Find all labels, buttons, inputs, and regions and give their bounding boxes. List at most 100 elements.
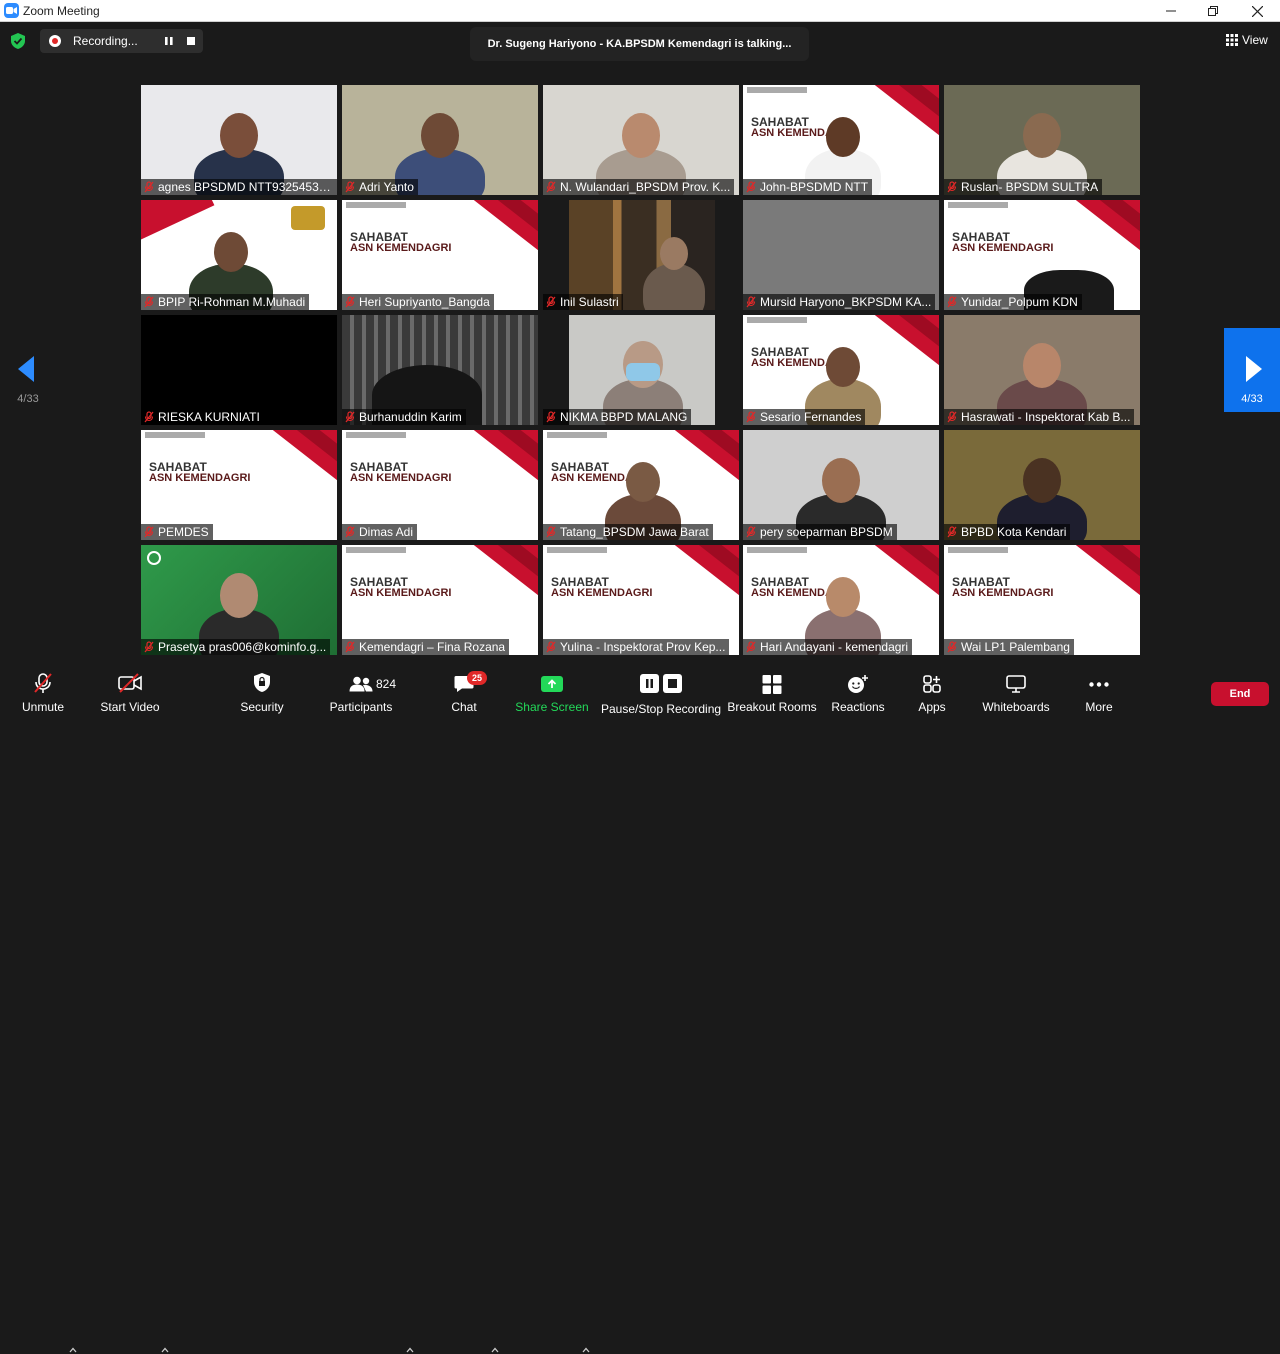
participant-video-tile[interactable]: BPBD Kota Kendari xyxy=(944,430,1140,540)
participant-video-tile[interactable]: NIKMA BBPD MALANG xyxy=(543,315,739,425)
participant-video-tile[interactable]: SAHABAT ASN KEMENDAGRI Sesario Fernandes xyxy=(743,315,939,425)
participant-face xyxy=(660,237,688,271)
participant-video-tile[interactable]: SAHABAT ASN KEMENDAGRI PEMDES xyxy=(141,430,337,540)
microphone-muted-icon xyxy=(144,296,154,308)
video-gallery-grid: agnes BPSDMD NTT93254535... Adri Yanto N. … xyxy=(141,85,1140,655)
audio-options-chevron-icon[interactable] xyxy=(69,1346,77,1354)
minimize-button[interactable] xyxy=(1148,0,1194,22)
participant-video-tile[interactable]: SAHABAT ASN KEMENDAGRI John-BPSDMD NTT xyxy=(743,85,939,195)
chat-button[interactable]: Chat xyxy=(424,664,504,719)
participant-name-label: Ruslan- BPSDM SULTRA xyxy=(944,179,1103,195)
microphone-muted-icon xyxy=(947,641,957,653)
previous-page-button[interactable]: 4/33 xyxy=(0,328,56,412)
participant-name-label: Yunidar_Polpum KDN xyxy=(944,294,1082,310)
more-button[interactable]: More xyxy=(1070,664,1128,719)
participant-video-tile[interactable]: agnes BPSDMD NTT93254535... xyxy=(141,85,337,195)
microphone-muted-icon xyxy=(746,526,756,538)
participant-video-tile[interactable]: N. Wulandari_BPSDM Prov. K... xyxy=(543,85,739,195)
participant-face xyxy=(622,112,660,158)
breakout-rooms-button[interactable]: Breakout Rooms xyxy=(726,664,818,719)
participant-video-tile[interactable]: SAHABAT ASN KEMENDAGRI Yulina - Inspektora… xyxy=(543,545,739,655)
microphone-muted-icon xyxy=(144,181,154,193)
sahabat-subtitle: ASN KEMENDAGRI xyxy=(551,587,653,599)
next-page-button[interactable]: 4/33 xyxy=(1224,328,1280,412)
chat-label: Chat xyxy=(451,700,477,714)
unmute-button[interactable]: Unmute xyxy=(0,664,90,719)
page-indicator-left: 4/33 xyxy=(17,393,39,405)
participant-name-label: N. Wulandari_BPSDM Prov. K... xyxy=(543,179,735,195)
share-screen-button[interactable]: Share Screen xyxy=(510,664,594,719)
restore-button[interactable] xyxy=(1190,0,1236,22)
microphone-muted-icon xyxy=(345,641,355,653)
participant-video-tile[interactable]: Hasrawati - Inspektorat Kab B... xyxy=(944,315,1140,425)
participant-video-tile[interactable]: SAHABAT ASN KEMENDAGRI Wai LP1 Palembang xyxy=(944,545,1140,655)
participant-video-tile[interactable]: SAHABAT ASN KEMENDAGRI Tatang_BPSDM Jawa B… xyxy=(543,430,739,540)
participant-name-label: Hasrawati - Inspektorat Kab B... xyxy=(944,409,1135,425)
participant-face xyxy=(220,572,258,618)
participant-video-tile[interactable]: Adri Yanto xyxy=(342,85,538,195)
participant-video-tile[interactable]: SAHABAT ASN KEMENDAGRI Hari Andayani - kem… xyxy=(743,545,939,655)
participant-face xyxy=(826,576,860,617)
sahabat-background-text: SAHABAT ASN KEMENDAGRI xyxy=(350,576,451,599)
participant-video-tile[interactable]: BPIP Ri-Rohman M.Muhadi xyxy=(141,200,337,310)
start-video-button[interactable]: Start Video xyxy=(90,664,180,719)
end-meeting-button[interactable]: End xyxy=(1211,682,1269,706)
meeting-toolbar: Unmute Start Video Security 824 Particip… xyxy=(0,664,1280,1353)
microphone-muted-icon xyxy=(345,411,355,423)
recording-label: Recording... xyxy=(73,34,138,48)
apps-button[interactable]: Apps xyxy=(900,664,964,719)
microphone-muted-icon xyxy=(546,641,556,653)
pause-stop-recording-button[interactable]: Pause/Stop Recording xyxy=(600,664,722,719)
participant-video-tile[interactable]: Ruslan- BPSDM SULTRA xyxy=(944,85,1140,195)
participant-video-tile[interactable]: RIESKA KURNIATI xyxy=(141,315,337,425)
view-button[interactable]: View xyxy=(1226,33,1268,47)
participant-video-tile[interactable]: SAHABAT ASN KEMENDAGRI Kemendagri – Fina R… xyxy=(342,545,538,655)
whiteboards-button[interactable]: Whiteboards xyxy=(976,664,1056,719)
pause-stop-icon xyxy=(640,674,682,693)
participant-face xyxy=(822,457,860,503)
close-button[interactable] xyxy=(1234,0,1280,22)
participant-name: pery soeparman BPSDM xyxy=(760,525,893,539)
security-shield-icon[interactable] xyxy=(11,33,25,54)
participant-name: Ruslan- BPSDM SULTRA xyxy=(961,180,1099,194)
participant-video-tile[interactable]: Burhanuddin Karim xyxy=(342,315,538,425)
stop-recording-icon[interactable] xyxy=(187,37,195,45)
arrow-left-icon xyxy=(18,356,34,382)
participant-name-label: Sesario Fernandes xyxy=(743,409,866,425)
microphone-muted-icon xyxy=(546,411,556,423)
security-button[interactable]: Security xyxy=(222,664,302,719)
sahabat-background-text: SAHABAT ASN KEMENDAGRI xyxy=(350,231,451,254)
microphone-muted-icon xyxy=(947,296,957,308)
unmute-label: Unmute xyxy=(21,700,65,714)
grid-view-icon xyxy=(1226,34,1238,46)
microphone-muted-icon xyxy=(345,181,355,193)
chat-unread-badge: 25 xyxy=(467,671,487,685)
pause-recording-icon[interactable] xyxy=(163,35,175,47)
participant-video-tile[interactable]: SAHABAT ASN KEMENDAGRI Dimas Adi xyxy=(342,430,538,540)
apps-icon xyxy=(923,675,941,693)
chat-chevron-icon[interactable] xyxy=(491,1346,499,1354)
sahabat-subtitle: ASN KEMENDAGRI xyxy=(149,472,251,484)
reactions-label: Reactions xyxy=(831,700,885,714)
participant-video-tile[interactable]: Prasetya pras006@kominfo.g... xyxy=(141,545,337,655)
share-options-chevron-icon[interactable] xyxy=(582,1346,590,1354)
restore-icon xyxy=(1208,6,1218,16)
participant-name: Yunidar_Polpum KDN xyxy=(961,295,1078,309)
participant-name-label: Heri Supriyanto_Bangda xyxy=(342,294,494,310)
security-label: Security xyxy=(240,700,284,714)
participant-video-tile[interactable]: Inil Sulastri xyxy=(543,200,739,310)
participant-video-tile[interactable]: Mursid Haryono_BKPSDM KA... xyxy=(743,200,939,310)
reactions-button[interactable]: Reactions xyxy=(822,664,894,719)
kominfo-logo-icon xyxy=(147,551,161,565)
video-options-chevron-icon[interactable] xyxy=(161,1346,169,1354)
participant-video-tile[interactable]: pery soeparman BPSDM xyxy=(743,430,939,540)
participant-name: N. Wulandari_BPSDM Prov. K... xyxy=(560,180,731,194)
participants-button[interactable]: 824 Participants xyxy=(316,664,406,719)
participant-silhouette xyxy=(643,237,705,310)
participants-chevron-icon[interactable] xyxy=(406,1346,414,1354)
participant-video-tile[interactable]: SAHABAT ASN KEMENDAGRI Heri Supriyanto_Ban… xyxy=(342,200,538,310)
microphone-muted-icon xyxy=(345,296,355,308)
participant-name-label: pery soeparman BPSDM xyxy=(743,524,897,540)
participant-video-tile[interactable]: SAHABAT ASN KEMENDAGRI Yunidar_Polpum KDN xyxy=(944,200,1140,310)
sahabat-background-text: SAHABAT ASN KEMENDAGRI xyxy=(551,576,653,599)
